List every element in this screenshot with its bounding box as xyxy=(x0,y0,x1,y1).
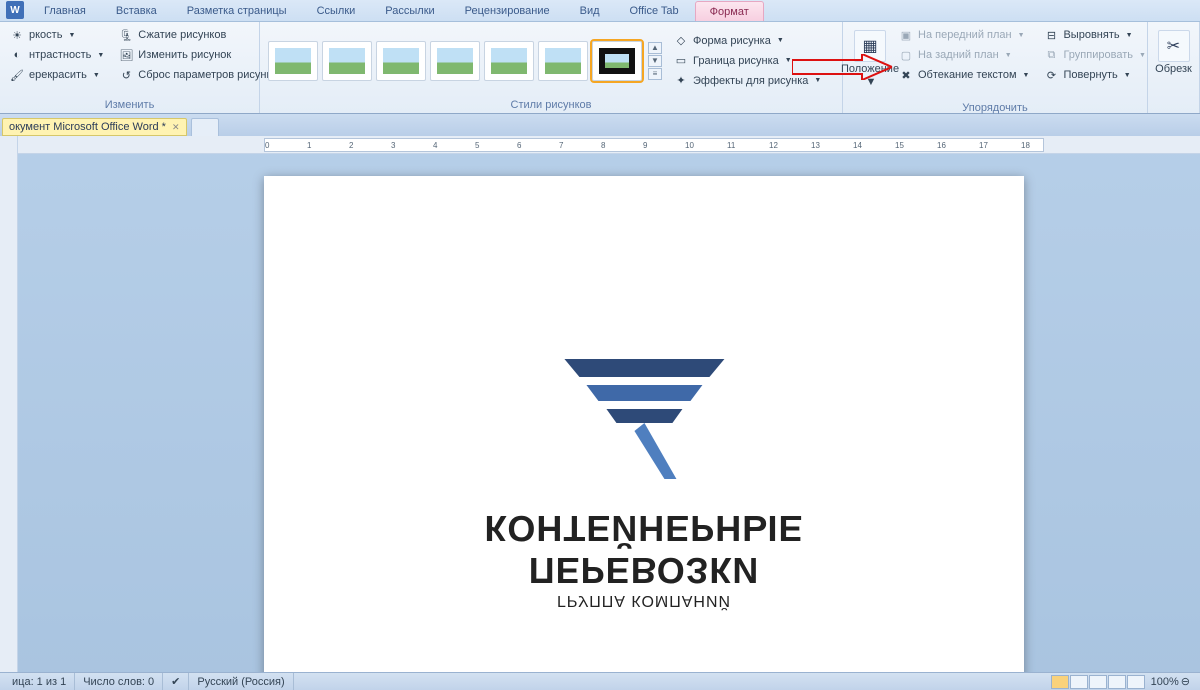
contrast-icon: ◐ xyxy=(9,47,25,63)
group-label-adjust: Изменить xyxy=(0,99,259,113)
contrast-button[interactable]: ◐нтрастность▼ xyxy=(6,46,107,64)
logo-graphic xyxy=(544,359,744,489)
bring-front-button[interactable]: ▣На передний план▼ xyxy=(895,26,1032,44)
style-gallery-expand[interactable]: ▲▼≡ xyxy=(648,42,662,80)
workspace: 0123456789101112131415161718 ГРУППА КОМП… xyxy=(0,136,1200,672)
style-thumb-7[interactable] xyxy=(592,41,642,81)
crop-button[interactable]: ✂ Обрезк xyxy=(1154,26,1193,98)
logo-line3: КОНТЕЙНЕРНЫЕ xyxy=(484,507,803,549)
document-tab[interactable]: окумент Microsoft Office Word * ✕ xyxy=(2,118,187,136)
inserted-picture[interactable]: ГРУППА КОМПАНИЙ ПЕРЕВОЗКИ КОНТЕЙНЕРНЫЕ xyxy=(484,356,803,609)
status-spellcheck[interactable]: ✔ xyxy=(163,673,189,690)
logo-line2: ПЕРЕВОЗКИ xyxy=(484,549,803,591)
word-icon: W xyxy=(6,1,24,19)
compress-icon: 🗜 xyxy=(118,27,134,43)
style-thumb-1[interactable] xyxy=(268,41,318,81)
tab-home[interactable]: Главная xyxy=(30,1,100,21)
effects-icon: ✦ xyxy=(673,73,689,89)
tab-view[interactable]: Вид xyxy=(566,1,614,21)
new-tab-button[interactable] xyxy=(191,118,219,136)
tab-bar: W Главная Вставка Разметка страницы Ссыл… xyxy=(0,0,1200,22)
change-picture-button[interactable]: 🖼Изменить рисунок xyxy=(115,46,280,64)
tab-format[interactable]: Формат xyxy=(695,1,764,21)
spellcheck-icon: ✔ xyxy=(171,675,180,688)
align-button[interactable]: ⊟Выровнять▼ xyxy=(1040,26,1148,44)
text-wrap-icon: ✖ xyxy=(898,67,914,83)
compress-button[interactable]: 🗜Сжатие рисунков xyxy=(115,26,280,44)
style-thumb-6[interactable] xyxy=(538,41,588,81)
logo-line1: ГРУППА КОМПАНИЙ xyxy=(484,591,803,609)
document-page[interactable]: ГРУППА КОМПАНИЙ ПЕРЕВОЗКИ КОНТЕЙНЕРНЫЕ xyxy=(264,176,1024,672)
view-draft[interactable] xyxy=(1127,675,1145,689)
tab-review[interactable]: Рецензирование xyxy=(451,1,564,21)
group-button[interactable]: ⧉Группировать▼ xyxy=(1040,46,1148,64)
border-icon: ▭ xyxy=(673,53,689,69)
style-thumb-2[interactable] xyxy=(322,41,372,81)
recolor-icon: 🖌 xyxy=(9,67,25,83)
group-icon: ⧉ xyxy=(1043,47,1059,63)
view-print-layout[interactable] xyxy=(1051,675,1069,689)
picture-shape-button[interactable]: ◇Форма рисунка▼ xyxy=(670,32,824,50)
group-label-crop xyxy=(1148,111,1199,113)
crop-icon: ✂ xyxy=(1158,30,1190,62)
status-word-count[interactable]: Число слов: 0 xyxy=(75,673,163,690)
bring-front-icon: ▣ xyxy=(898,27,914,43)
status-language[interactable]: Русский (Россия) xyxy=(189,673,293,690)
annotation-arrow xyxy=(792,54,892,80)
view-mode-buttons xyxy=(1051,675,1145,689)
style-thumb-4[interactable] xyxy=(430,41,480,81)
rotate-button[interactable]: ⟳Повернуть▼ xyxy=(1040,66,1148,84)
document-tab-strip: окумент Microsoft Office Word * ✕ xyxy=(0,114,1200,136)
brightness-button[interactable]: ☀ркость▼ xyxy=(6,26,107,44)
text-wrap-button[interactable]: ✖Обтекание текстом▼ xyxy=(895,66,1032,84)
vertical-ruler[interactable] xyxy=(0,136,18,672)
view-web[interactable] xyxy=(1089,675,1107,689)
align-icon: ⊟ xyxy=(1043,27,1059,43)
view-full-screen[interactable] xyxy=(1070,675,1088,689)
shape-icon: ◇ xyxy=(673,33,689,49)
tab-insert[interactable]: Вставка xyxy=(102,1,171,21)
zoom-level[interactable]: 100% xyxy=(1151,676,1179,688)
document-tab-label: окумент Microsoft Office Word * xyxy=(9,121,166,133)
recolor-button[interactable]: 🖌ерекрасить▼ xyxy=(6,66,107,84)
tab-officetab[interactable]: Office Tab xyxy=(616,1,693,21)
send-back-icon: ▢ xyxy=(898,47,914,63)
rotate-icon: ⟳ xyxy=(1043,67,1059,83)
status-bar: ица: 1 из 1 Число слов: 0 ✔ Русский (Рос… xyxy=(0,672,1200,690)
change-picture-icon: 🖼 xyxy=(118,47,134,63)
reset-picture-button[interactable]: ↺Сброс параметров рисунка xyxy=(115,66,280,84)
status-page[interactable]: ица: 1 из 1 xyxy=(4,673,75,690)
group-label-arrange: Упорядочить xyxy=(843,102,1147,116)
horizontal-ruler[interactable]: 0123456789101112131415161718 xyxy=(18,136,1200,154)
zoom-out-button[interactable]: ⊖ xyxy=(1181,675,1190,688)
tab-page-layout[interactable]: Разметка страницы xyxy=(173,1,301,21)
reset-picture-icon: ↺ xyxy=(118,67,134,83)
group-label-styles: Стили рисунков xyxy=(260,99,842,113)
tab-references[interactable]: Ссылки xyxy=(303,1,370,21)
ribbon: ☀ркость▼ ◐нтрастность▼ 🖌ерекрасить▼ 🗜Сжа… xyxy=(0,22,1200,114)
close-tab-icon[interactable]: ✕ xyxy=(172,122,180,133)
brightness-icon: ☀ xyxy=(9,27,25,43)
style-thumb-3[interactable] xyxy=(376,41,426,81)
style-thumb-5[interactable] xyxy=(484,41,534,81)
send-back-button[interactable]: ▢На задний план▼ xyxy=(895,46,1032,64)
tab-mailings[interactable]: Рассылки xyxy=(371,1,448,21)
view-outline[interactable] xyxy=(1108,675,1126,689)
